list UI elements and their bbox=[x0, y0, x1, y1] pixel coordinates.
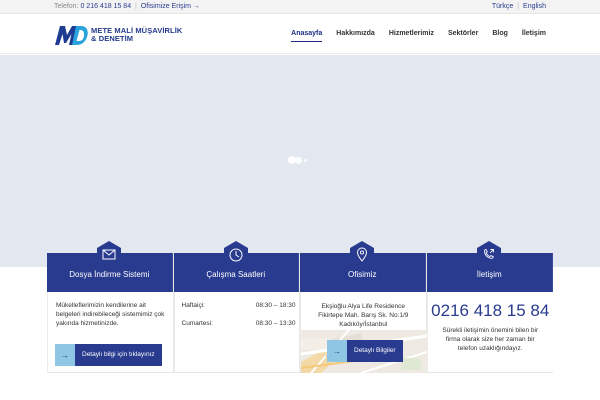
office-access-link[interactable]: Ofisimize Erişim → bbox=[141, 3, 200, 10]
site-header: METE MALİ MÜŞAVİRLİK & DENETİM Anasayfa … bbox=[0, 14, 600, 54]
nav-item-contact[interactable]: İletişim bbox=[522, 14, 546, 54]
card-title: Ofisimiz bbox=[348, 270, 377, 279]
office-map[interactable]: → Detaylı Bilgiler bbox=[301, 330, 427, 373]
nav-item-blog[interactable]: Blog bbox=[492, 14, 508, 54]
card-body: Haftaiçi: 08:30 – 18:30 Cumartesi: 08:30… bbox=[173, 292, 299, 373]
hero-slider bbox=[0, 55, 600, 267]
card-office: Ofisimiz Ekşioğlu Alya Life Residence Fi… bbox=[300, 241, 427, 373]
phone-icon bbox=[477, 241, 502, 268]
arrow-right-icon: → bbox=[327, 340, 347, 362]
logo[interactable]: METE MALİ MÜŞAVİRLİK & DENETİM bbox=[54, 22, 182, 48]
card-contact: İletişim 0216 418 15 84 Sürekli iletişim… bbox=[426, 241, 554, 373]
contact-phone[interactable]: 0216 418 15 84 bbox=[428, 301, 554, 321]
card-working-hours: Çalışma Saatleri Haftaiçi: 08:30 – 18:30… bbox=[173, 241, 300, 373]
nav-item-about[interactable]: Hakkımızda bbox=[336, 14, 375, 54]
hours-row: Haftaiçi: 08:30 – 18:30 bbox=[182, 302, 296, 320]
hours-time: 08:30 – 13:30 bbox=[255, 320, 296, 327]
logo-text-line2: & DENETİM bbox=[91, 34, 134, 43]
office-details-button-label: Detaylı Bilgiler bbox=[347, 340, 403, 362]
nav-item-sectors[interactable]: Sektörler bbox=[448, 14, 478, 54]
card-title: Çalışma Saatleri bbox=[206, 270, 266, 279]
nav-item-home[interactable]: Anasayfa bbox=[291, 14, 323, 54]
clock-icon bbox=[223, 241, 248, 268]
separator: | bbox=[135, 3, 137, 10]
arrow-right-icon: → bbox=[55, 344, 75, 366]
top-bar: Telefon: 0 216 418 15 84 | Ofisimize Eri… bbox=[0, 0, 600, 14]
hours-list: Haftaiçi: 08:30 – 18:30 Cumartesi: 08:30… bbox=[182, 302, 296, 338]
map-pin-icon bbox=[350, 241, 375, 268]
card-header: Dosya İndirme Sistemi bbox=[47, 241, 173, 292]
phone-link[interactable]: 0 216 418 15 84 bbox=[80, 3, 131, 10]
details-button-label: Detaylı bilgi için tıklayınız bbox=[75, 344, 162, 366]
card-body: 0216 418 15 84 Sürekli iletişimin önemin… bbox=[426, 292, 554, 373]
hours-time: 08:30 – 18:30 bbox=[255, 302, 296, 309]
hours-day: Cumartesi: bbox=[181, 320, 213, 327]
hours-day: Haftaiçi: bbox=[181, 302, 205, 309]
office-details-button[interactable]: → Detaylı Bilgiler bbox=[327, 340, 403, 362]
card-header: Ofisimiz bbox=[300, 241, 426, 292]
card-file-download: Dosya İndirme Sistemi Mükelleflerimizin … bbox=[47, 241, 174, 373]
card-body: Ekşioğlu Alya Life Residence Fikirtepe M… bbox=[300, 292, 427, 373]
card-title: Dosya İndirme Sistemi bbox=[69, 270, 150, 279]
card-header: İletişim bbox=[426, 241, 553, 292]
card-title: İletişim bbox=[476, 270, 502, 279]
phone-label: Telefon: bbox=[54, 3, 79, 10]
card-text: Mükelleflerimizin kendilerine ait belgel… bbox=[56, 302, 165, 327]
separator: | bbox=[517, 3, 520, 10]
card-header: Çalışma Saatleri bbox=[173, 241, 299, 292]
details-button[interactable]: → Detaylı bilgi için tıklayınız bbox=[55, 344, 162, 366]
main-nav: Anasayfa Hakkımızda Hizmetlerimiz Sektör… bbox=[291, 14, 546, 54]
contact-info: Telefon: 0 216 418 15 84 | Ofisimize Eri… bbox=[54, 0, 200, 14]
hours-row: Cumartesi: 08:30 – 13:30 bbox=[182, 320, 296, 338]
card-body: Mükelleflerimizin kendilerine ait belgel… bbox=[47, 292, 173, 373]
logo-text: METE MALİ MÜŞAVİRLİK & DENETİM bbox=[91, 27, 182, 43]
contact-note: Sürekli iletişimin önemini bilen bir fir… bbox=[442, 327, 539, 352]
address-text: Ekşioğlu Alya Life Residence Fikirtepe M… bbox=[318, 303, 409, 328]
lang-tr-link[interactable]: Türkçe bbox=[492, 3, 513, 10]
lang-en-link[interactable]: English bbox=[523, 3, 546, 10]
nav-item-services[interactable]: Hizmetlerimiz bbox=[389, 14, 434, 54]
info-cards: Dosya İndirme Sistemi Mükelleflerimizin … bbox=[47, 241, 554, 373]
logo-mark-icon bbox=[55, 26, 88, 45]
envelope-icon bbox=[97, 241, 122, 268]
language-switcher: Türkçe | English bbox=[492, 0, 546, 14]
loading-indicator bbox=[288, 155, 310, 165]
